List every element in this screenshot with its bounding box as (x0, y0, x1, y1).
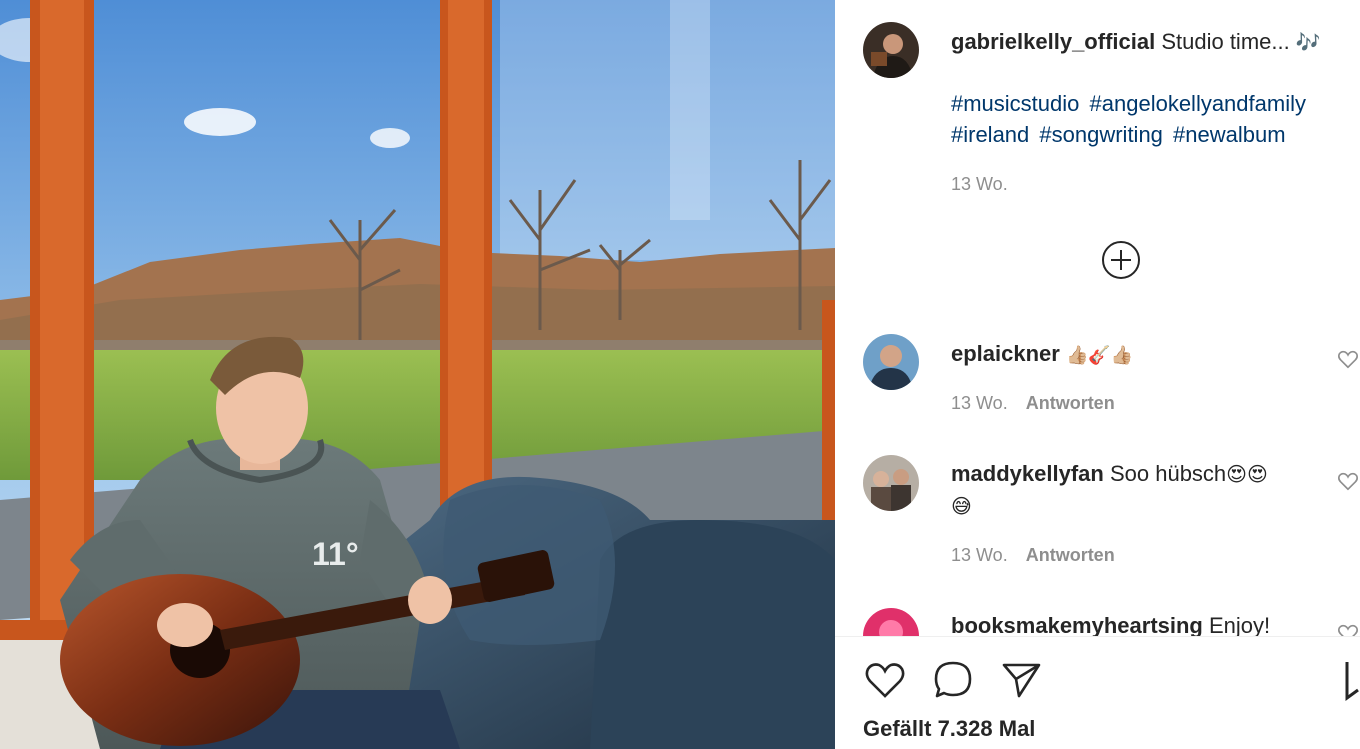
heart-icon[interactable] (1337, 470, 1359, 492)
post-photo[interactable]: 11° (0, 0, 835, 749)
comment-text: Enjoy! (1209, 613, 1271, 636)
commenter-avatar-image (863, 608, 919, 636)
commenter-avatar-image (863, 455, 919, 511)
heart-icon[interactable] (863, 658, 907, 702)
author-avatar-image (863, 22, 919, 78)
comment-age: 13 Wo. (951, 393, 1008, 413)
post-age: 13 Wo. (951, 174, 1008, 194)
hashtag[interactable]: #angelokellyandfamily (1090, 91, 1306, 116)
post-detail-panel: gabrielkelly_official Studio time... 🎶 #… (835, 0, 1360, 749)
reply-button[interactable]: Antworten (1026, 393, 1115, 413)
commenter-avatar-image (863, 334, 919, 390)
author-username[interactable]: gabrielkelly_official (951, 29, 1155, 54)
post-caption: gabrielkelly_official Studio time... 🎶 (951, 26, 1351, 59)
comment-meta: 13 Wo. Antworten (951, 393, 1115, 414)
comment-clip-region: booksmakemyheartsing Enjoy! (835, 600, 1360, 636)
comment-bubble-icon[interactable] (931, 658, 975, 702)
caption-text: Studio time... (1161, 29, 1290, 54)
paper-plane-icon[interactable] (999, 658, 1043, 702)
post-photo-illustration: 11° (0, 0, 835, 749)
reply-button[interactable]: Antworten (1026, 545, 1115, 565)
comment-emoji-second-line: 😅 (951, 496, 972, 519)
commenter-avatar[interactable] (863, 608, 919, 636)
commenter-avatar[interactable] (863, 455, 919, 511)
comment-emoji: 😍😍 (1226, 463, 1268, 486)
comment-age: 13 Wo. (951, 545, 1008, 565)
likes-count[interactable]: Gefällt 7.328 Mal (863, 716, 1035, 742)
comment-username[interactable]: maddykellyfan (951, 461, 1104, 486)
comment-username[interactable]: booksmakemyheartsing (951, 613, 1203, 636)
comment: booksmakemyheartsing Enjoy! (951, 610, 1341, 636)
music-notes-emoji: 🎶 (1295, 32, 1321, 54)
hashtag[interactable]: #ireland (951, 122, 1029, 147)
hashtag[interactable]: #newalbum (1173, 122, 1286, 147)
hashtag[interactable]: #songwriting (1039, 122, 1163, 147)
commenter-avatar[interactable] (863, 334, 919, 390)
author-avatar[interactable] (863, 22, 919, 78)
heart-icon[interactable] (1337, 622, 1359, 636)
comment-username[interactable]: eplaickner (951, 341, 1060, 366)
bookmark-icon[interactable] (1345, 658, 1360, 702)
comment: maddykellyfan Soo hübsch😍😍 😅 (951, 458, 1341, 523)
comment-meta: 13 Wo. Antworten (951, 545, 1115, 566)
plus-circle-icon[interactable] (1101, 240, 1141, 280)
comment: eplaickner 👍🏼🎸👍🏼 (951, 338, 1341, 371)
heart-icon[interactable] (1337, 348, 1359, 370)
hashtag-list: #musicstudio #angelokellyandfamily #irel… (951, 88, 1351, 150)
comment-text: Soo hübsch (1109, 461, 1227, 486)
hashtag[interactable]: #musicstudio (951, 91, 1079, 116)
hoodie-logo: 11° (312, 536, 359, 572)
divider (835, 636, 1360, 637)
comment-emoji: 👍🏼🎸👍🏼 (1065, 344, 1134, 365)
